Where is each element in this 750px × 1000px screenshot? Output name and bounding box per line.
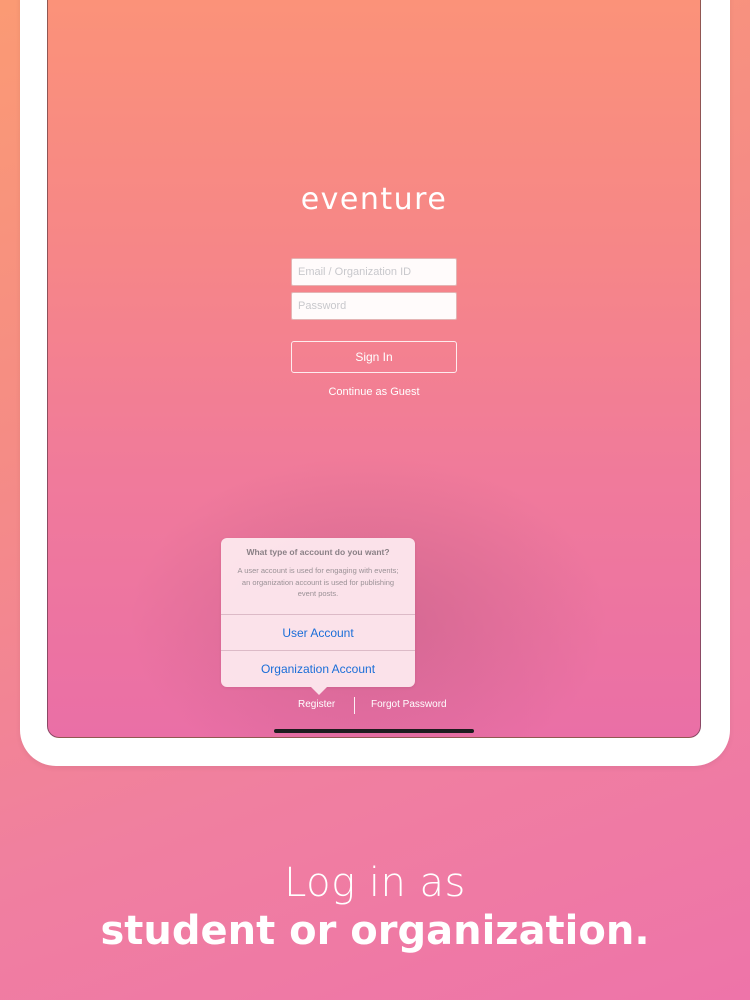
continue-as-guest-link[interactable]: Continue as Guest bbox=[48, 386, 700, 398]
popover-message: A user account is used for engaging with… bbox=[237, 566, 399, 598]
email-input[interactable] bbox=[291, 258, 457, 286]
register-link[interactable]: Register bbox=[298, 699, 335, 710]
link-divider bbox=[354, 697, 355, 714]
organization-account-button[interactable]: Organization Account bbox=[221, 651, 415, 687]
password-input[interactable] bbox=[291, 292, 457, 320]
popover-arrow bbox=[311, 687, 327, 695]
app-logo: eventure bbox=[300, 182, 448, 217]
sign-in-button[interactable]: Sign In bbox=[291, 341, 457, 373]
footer-links: Register Forgot Password bbox=[48, 697, 700, 715]
app-screen: eventure Sign In Continue as Guest What … bbox=[47, 0, 701, 738]
caption-line-1: Log in as bbox=[284, 860, 466, 906]
caption-line-2: student or organization. bbox=[100, 908, 650, 954]
popover-title: What type of account do you want? bbox=[246, 547, 390, 557]
account-type-popover: What type of account do you want? A user… bbox=[221, 538, 415, 695]
user-account-button[interactable]: User Account bbox=[221, 615, 415, 651]
forgot-password-link[interactable]: Forgot Password bbox=[371, 699, 447, 710]
home-indicator[interactable] bbox=[274, 729, 474, 733]
sign-in-label: Sign In bbox=[355, 350, 393, 364]
